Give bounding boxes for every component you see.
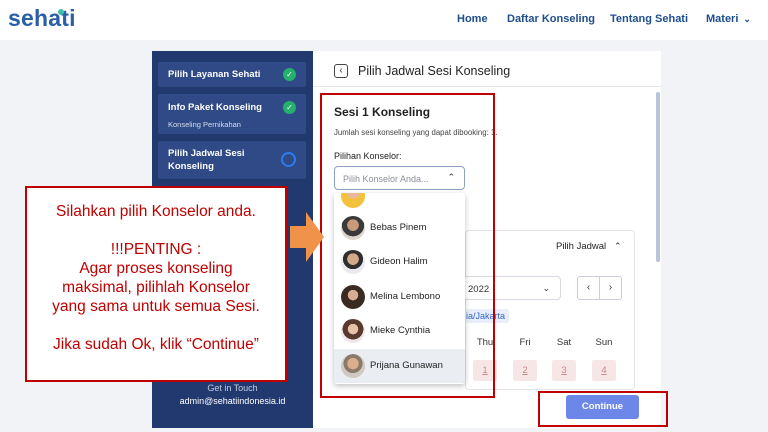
day-cell[interactable]: 2 <box>513 360 537 381</box>
day-header-fri: Fri <box>519 337 531 348</box>
contact-email[interactable]: admin@sehatiindonesia.id <box>152 396 313 406</box>
nav-materi[interactable]: Materi ⌄ <box>706 13 751 25</box>
callout-line: Jika sudah Ok, klik “Continue” <box>53 336 259 353</box>
current-step-ring-icon <box>281 152 296 167</box>
callout-line: yang sama untuk semua Sesi. <box>52 298 260 315</box>
day-header-sat: Sat <box>556 337 572 348</box>
counselor-highlight-frame <box>320 93 495 398</box>
step-title: Pilih Jadwal Sesi Konseling <box>168 148 245 172</box>
nav-tentang-sehati[interactable]: Tentang Sehati <box>610 13 688 25</box>
arrow-right-icon <box>290 212 324 262</box>
day-cell[interactable]: 3 <box>552 360 576 381</box>
sehati-logo[interactable]: sehati <box>8 5 76 32</box>
get-in-touch-label: Get in Touch <box>207 383 258 393</box>
page-title: Pilih Jadwal Sesi Konseling <box>358 64 511 78</box>
scrollbar[interactable] <box>656 92 660 262</box>
chevron-down-icon: ⌄ <box>542 283 550 293</box>
continue-highlight-frame <box>538 391 668 427</box>
step-title: Info Paket Konseling <box>168 102 262 113</box>
callout-line: maksimal, pilihlah Konselor <box>62 279 250 296</box>
logo-dot <box>58 9 64 15</box>
callout-line: Agar proses konseling <box>79 260 233 277</box>
chevron-up-icon[interactable]: ⌃ <box>614 241 622 252</box>
instruction-callout: Silahkan pilih Konselor anda. !!!PENTING… <box>25 186 287 382</box>
header-divider <box>313 86 661 87</box>
chevron-left-icon[interactable]: ‹ <box>334 64 348 78</box>
check-icon: ✓ <box>283 68 296 81</box>
step-info-paket[interactable]: Info Paket Konseling Konseling Pernikaha… <box>158 94 306 134</box>
day-cell[interactable]: 4 <box>592 360 616 381</box>
callout-line: !!!PENTING : <box>110 241 202 258</box>
prev-month-button[interactable]: ‹ <box>577 276 600 300</box>
check-icon: ✓ <box>283 101 296 114</box>
top-navbar: sehati Home Daftar Konseling Tentang Seh… <box>0 0 768 40</box>
step-subtitle: Konseling Pernikahan <box>168 120 241 129</box>
step-title: Pilih Layanan Sehati <box>168 69 261 80</box>
callout-line: Silahkan pilih Konselor anda. <box>56 203 256 220</box>
step-pilih-layanan[interactable]: Pilih Layanan Sehati ✓ <box>158 62 306 87</box>
next-month-button[interactable]: › <box>599 276 622 300</box>
day-header-sun: Sun <box>595 337 613 348</box>
nav-home[interactable]: Home <box>457 13 488 25</box>
step-pilih-jadwal[interactable]: Pilih Jadwal Sesi Konseling <box>158 141 306 179</box>
chevron-down-icon: ⌄ <box>743 14 751 24</box>
schedule-label[interactable]: Pilih Jadwal <box>556 241 606 252</box>
nav-daftar-konseling[interactable]: Daftar Konseling <box>507 13 595 25</box>
